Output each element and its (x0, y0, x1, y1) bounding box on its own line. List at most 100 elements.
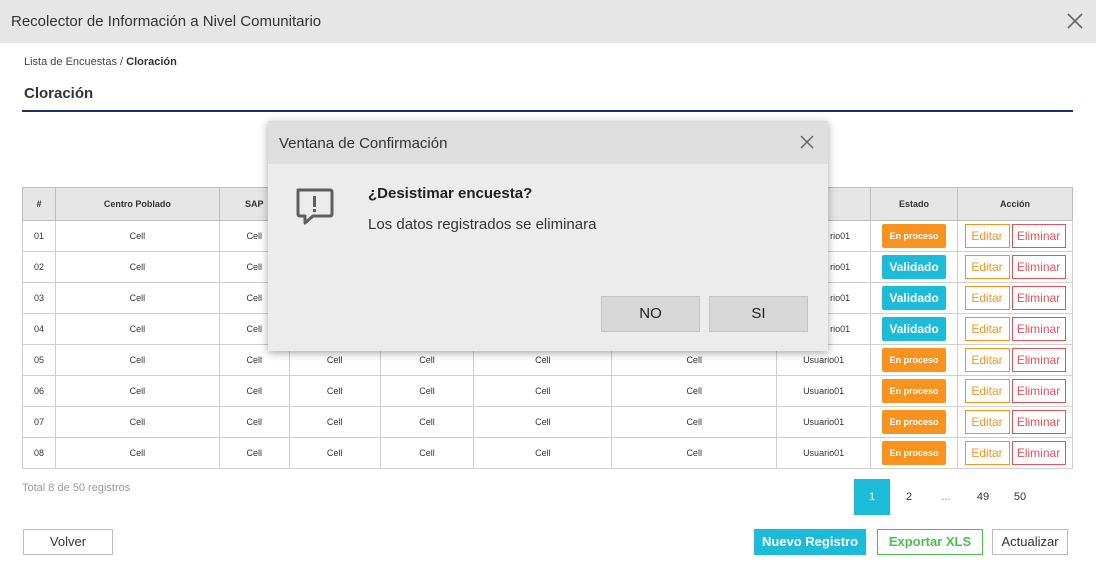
cell: Cell (288, 406, 381, 438)
sap-cell: Cell (218, 437, 290, 469)
window-titlebar: Recolector de Información a Nivel Comuni… (0, 0, 1096, 43)
delete-button[interactable]: Eliminar (1011, 441, 1066, 465)
estado-cell: Validado (870, 282, 959, 314)
centro-poblado-cell: Cell (54, 220, 220, 252)
cell: Cell (473, 375, 613, 407)
cell: Cell (379, 406, 475, 438)
estado-cell: En proceso (870, 344, 959, 376)
actualizar-button[interactable]: Actualizar (992, 529, 1068, 555)
cell: Cell (473, 406, 613, 438)
centro-poblado-cell: Cell (54, 344, 220, 376)
estado-cell: En proceso (870, 406, 959, 438)
estado-cell: En proceso (870, 375, 959, 407)
centro-poblado-cell: Cell (54, 313, 220, 345)
estado-cell: Validado (870, 313, 959, 345)
status-badge: En proceso (882, 224, 947, 248)
breadcrumb-parent[interactable]: Lista de Encuestas (24, 56, 117, 68)
row-number-cell: 04 (22, 313, 56, 345)
breadcrumb-current: Cloración (126, 56, 177, 68)
close-icon[interactable] (798, 133, 816, 151)
column-header: Estado (870, 187, 959, 221)
edit-button[interactable]: Editar (964, 348, 1010, 372)
comment-alert-icon (296, 188, 334, 225)
nuevo-registro-button[interactable]: Nuevo Registro (754, 529, 866, 555)
row-number-cell: 02 (22, 251, 56, 283)
usuario-cell: Usuario01 (776, 406, 872, 438)
accion-cell: Editar Eliminar (957, 220, 1073, 252)
column-header: # (22, 187, 56, 221)
cell: Cell (611, 375, 778, 407)
status-badge: En proceso (882, 379, 947, 403)
edit-button[interactable]: Editar (964, 317, 1010, 341)
cell: Cell (611, 437, 778, 469)
cell: Cell (611, 406, 778, 438)
edit-button[interactable]: Editar (964, 441, 1010, 465)
cell: Cell (379, 375, 475, 407)
page-1-button[interactable]: 1 (854, 479, 890, 515)
table-row: 06 Cell Cell Cell Cell Cell Cell Usuario01 En pr… (22, 375, 1073, 407)
confirmation-dialog: Ventana de Confirmación ¿Desistimar encu… (268, 121, 828, 351)
row-number-cell: 05 (22, 344, 56, 376)
column-header: Acción (957, 187, 1073, 221)
usuario-cell: Usuario01 (776, 375, 872, 407)
delete-button[interactable]: Eliminar (1011, 224, 1066, 248)
column-header: Centro Poblado (54, 187, 220, 221)
edit-button[interactable]: Editar (964, 224, 1010, 248)
delete-button[interactable]: Eliminar (1011, 348, 1066, 372)
sap-cell: Cell (218, 406, 290, 438)
cell: Cell (288, 375, 381, 407)
pagination-ellipsis: ... (941, 491, 951, 503)
centro-poblado-cell: Cell (54, 406, 220, 438)
breadcrumb: Lista de Encuestas / Cloración (24, 56, 177, 68)
dialog-message: Los datos registrados se eliminara (368, 216, 597, 233)
page-title: Cloración (24, 85, 94, 102)
row-number-cell: 03 (22, 282, 56, 314)
page-50-button[interactable]: 50 (1002, 479, 1038, 515)
breadcrumb-separator: / (116, 56, 127, 68)
si-button[interactable]: SI (709, 296, 808, 332)
centro-poblado-cell: Cell (54, 282, 220, 314)
edit-button[interactable]: Editar (964, 410, 1010, 434)
status-badge: Validado (882, 286, 947, 310)
row-number-cell: 08 (22, 437, 56, 469)
centro-poblado-cell: Cell (54, 251, 220, 283)
status-badge: En proceso (882, 348, 947, 372)
volver-button[interactable]: Volver (23, 529, 113, 555)
accion-cell: Editar Eliminar (957, 282, 1073, 314)
exportar-xls-button[interactable]: Exportar XLS (877, 529, 983, 555)
edit-button[interactable]: Editar (964, 286, 1010, 310)
page-49-button[interactable]: 49 (965, 479, 1001, 515)
row-number-cell: 07 (22, 406, 56, 438)
edit-button[interactable]: Editar (964, 379, 1010, 403)
dialog-header: Ventana de Confirmación (268, 121, 828, 164)
estado-cell: En proceso (870, 437, 959, 469)
estado-cell: En proceso (870, 220, 959, 252)
close-icon[interactable] (1064, 10, 1086, 32)
dialog-heading: ¿Desistimar encuesta? (368, 185, 533, 202)
window-title: Recolector de Información a Nivel Comuni… (11, 13, 322, 30)
cell: Cell (379, 437, 475, 469)
delete-button[interactable]: Eliminar (1011, 379, 1066, 403)
cell: Cell (473, 437, 613, 469)
edit-button[interactable]: Editar (964, 255, 1010, 279)
table-row: 07 Cell Cell Cell Cell Cell Cell Usuario01 En pr… (22, 406, 1073, 438)
accion-cell: Editar Eliminar (957, 375, 1073, 407)
row-number-cell: 01 (22, 220, 56, 252)
dialog-title: Ventana de Confirmación (279, 135, 448, 152)
usuario-cell: Usuario01 (776, 437, 872, 469)
delete-button[interactable]: Eliminar (1011, 286, 1066, 310)
title-divider (22, 110, 1073, 112)
delete-button[interactable]: Eliminar (1011, 317, 1066, 341)
delete-button[interactable]: Eliminar (1011, 410, 1066, 434)
table-row: 08 Cell Cell Cell Cell Cell Cell Usuario01 En pr… (22, 437, 1073, 469)
page-2-button[interactable]: 2 (891, 479, 927, 515)
delete-button[interactable]: Eliminar (1011, 255, 1066, 279)
no-button[interactable]: NO (601, 296, 700, 332)
status-badge: Validado (882, 255, 947, 279)
estado-cell: Validado (870, 251, 959, 283)
status-badge: En proceso (882, 410, 947, 434)
centro-poblado-cell: Cell (54, 375, 220, 407)
status-badge: Validado (882, 317, 947, 341)
centro-poblado-cell: Cell (54, 437, 220, 469)
accion-cell: Editar Eliminar (957, 437, 1073, 469)
